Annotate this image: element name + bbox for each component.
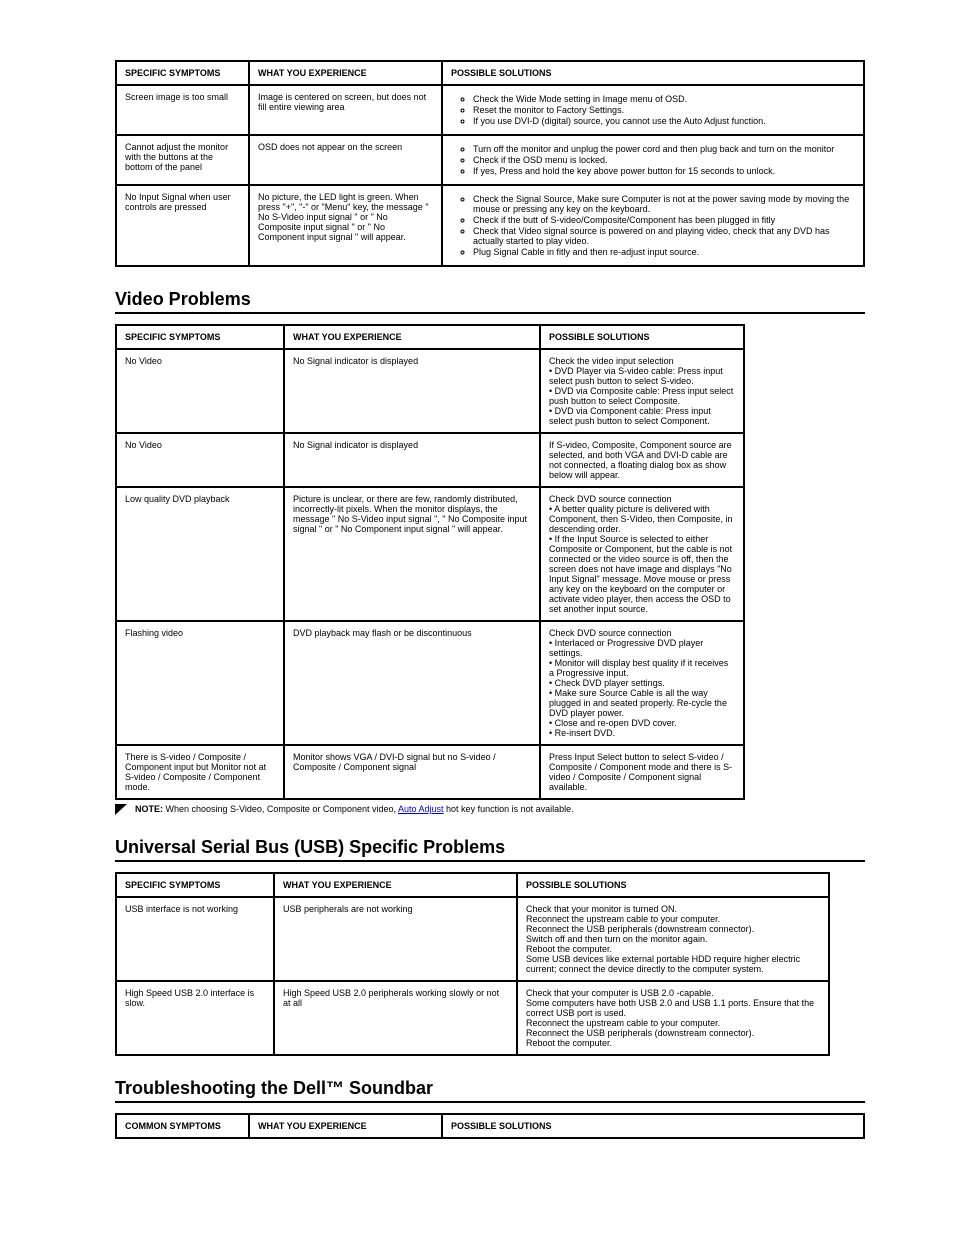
table-row: No Video No Signal indicator is displaye… <box>116 349 744 433</box>
cell: No Video <box>116 349 284 433</box>
soundbar-table: COMMON SYMPTOMS WHAT YOU EXPERIENCE POSS… <box>115 1113 865 1139</box>
table-row: There is S-video / Composite / Component… <box>116 745 744 799</box>
cell: No picture, the LED light is green. When… <box>249 185 442 266</box>
table-row: Flashing video DVD playback may flash or… <box>116 621 744 745</box>
tableSB-h0: COMMON SYMPTOMS <box>116 1114 249 1138</box>
list-item: Check the Signal Source, Make sure Compu… <box>473 194 855 214</box>
line: Check that your monitor is turned ON. <box>526 904 820 914</box>
note-label: NOTE: <box>135 804 163 814</box>
line: Reboot the computer. <box>526 1038 820 1048</box>
cell: Flashing video <box>116 621 284 745</box>
cell: Check DVD source connection • A better q… <box>540 487 744 621</box>
line: Reconnect the upstream cable to your com… <box>526 1018 820 1028</box>
table-row: Low quality DVD playback Picture is uncl… <box>116 487 744 621</box>
note-text: hot key function is not available. <box>446 804 574 814</box>
tableA-h1: WHAT YOU EXPERIENCE <box>249 61 442 85</box>
cell: Check the Wide Mode setting in Image men… <box>442 85 864 135</box>
cell: DVD playback may flash or be discontinuo… <box>284 621 540 745</box>
note: NOTE: When choosing S-Video, Composite o… <box>115 804 865 815</box>
line: • Close and re-open DVD cover. <box>549 718 735 728</box>
tableV-h1: WHAT YOU EXPERIENCE <box>284 325 540 349</box>
table-row: Cannot adjust the monitor with the butto… <box>116 135 864 185</box>
table-row: Screen image is too small Image is cente… <box>116 85 864 135</box>
cell: High Speed USB 2.0 interface is slow. <box>116 981 274 1055</box>
cell: Check that your monitor is turned ON. Re… <box>517 897 829 981</box>
cell: No Input Signal when user controls are p… <box>116 185 249 266</box>
cell: Turn off the monitor and unplug the powe… <box>442 135 864 185</box>
tableU-h1: WHAT YOU EXPERIENCE <box>274 873 517 897</box>
cell: Low quality DVD playback <box>116 487 284 621</box>
table-row: USB interface is not working USB periphe… <box>116 897 829 981</box>
tableSB-h2: POSSIBLE SOLUTIONS <box>442 1114 864 1138</box>
line: Reconnect the USB peripherals (downstrea… <box>526 924 820 934</box>
cell: Cannot adjust the monitor with the butto… <box>116 135 249 185</box>
list-item: If you use DVI-D (digital) source, you c… <box>473 116 855 126</box>
table-row: High Speed USB 2.0 interface is slow. Hi… <box>116 981 829 1055</box>
cell: Screen image is too small <box>116 85 249 135</box>
usb-problems-heading: Universal Serial Bus (USB) Specific Prob… <box>115 837 865 862</box>
line: Reconnect the USB peripherals (downstrea… <box>526 1028 820 1038</box>
cell: Monitor shows VGA / DVI-D signal but no … <box>284 745 540 799</box>
cell: Check the video input selection • DVD Pl… <box>540 349 744 433</box>
tableSB-h1: WHAT YOU EXPERIENCE <box>249 1114 442 1138</box>
cell: OSD does not appear on the screen <box>249 135 442 185</box>
list-item: Check the Wide Mode setting in Image men… <box>473 94 855 104</box>
list-item: Check if the butt of S-video/Composite/C… <box>473 215 855 225</box>
tableU-h0: SPECIFIC SYMPTOMS <box>116 873 274 897</box>
cell: USB interface is not working <box>116 897 274 981</box>
cell: If S-video, Composite, Component source … <box>540 433 744 487</box>
video-problems-table: SPECIFIC SYMPTOMS WHAT YOU EXPERIENCE PO… <box>115 324 745 800</box>
cell: Picture is unclear, or there are few, ra… <box>284 487 540 621</box>
list-item: Check if the OSD menu is locked. <box>473 155 855 165</box>
line: Reboot the computer. <box>526 944 820 954</box>
cell: Press Input Select button to select S-vi… <box>540 745 744 799</box>
line: • Re-insert DVD. <box>549 728 735 738</box>
tableV-h0: SPECIFIC SYMPTOMS <box>116 325 284 349</box>
usb-problems-table: SPECIFIC SYMPTOMS WHAT YOU EXPERIENCE PO… <box>115 872 830 1056</box>
line: Check DVD source connection <box>549 628 735 638</box>
line: Some computers have both USB 2.0 and USB… <box>526 998 820 1018</box>
note-text: When choosing S-Video, Composite or Comp… <box>166 804 398 814</box>
line: • Make sure Source Cable is all the way … <box>549 688 735 718</box>
line: • Check DVD player settings. <box>549 678 735 688</box>
tableA-h0: SPECIFIC SYMPTOMS <box>116 61 249 85</box>
list-item: Plug Signal Cable in fitly and then re-a… <box>473 247 855 257</box>
cell: USB peripherals are not working <box>274 897 517 981</box>
list-item: Reset the monitor to Factory Settings. <box>473 105 855 115</box>
line: • Interlaced or Progressive DVD player s… <box>549 638 735 658</box>
line: Switch off and then turn on the monitor … <box>526 934 820 944</box>
tableU-h2: POSSIBLE SOLUTIONS <box>517 873 829 897</box>
video-problems-heading: Video Problems <box>115 289 865 314</box>
line: • Monitor will display best quality if i… <box>549 658 735 678</box>
list-item: Turn off the monitor and unplug the powe… <box>473 144 855 154</box>
table-row: No Input Signal when user controls are p… <box>116 185 864 266</box>
product-specific-table: SPECIFIC SYMPTOMS WHAT YOU EXPERIENCE PO… <box>115 60 865 267</box>
cell: Check that your computer is USB 2.0 -cap… <box>517 981 829 1055</box>
tableV-h2: POSSIBLE SOLUTIONS <box>540 325 744 349</box>
soundbar-heading: Troubleshooting the Dell™ Soundbar <box>115 1078 865 1103</box>
note-icon <box>115 804 127 815</box>
cell: There is S-video / Composite / Component… <box>116 745 284 799</box>
line: Reconnect the upstream cable to your com… <box>526 914 820 924</box>
list-item: Check that Video signal source is powere… <box>473 226 855 246</box>
line: Check that your computer is USB 2.0 -cap… <box>526 988 820 998</box>
cell: No Signal indicator is displayed <box>284 349 540 433</box>
cell: Check the Signal Source, Make sure Compu… <box>442 185 864 266</box>
list-item: If yes, Press and hold the key above pow… <box>473 166 855 176</box>
tableA-h2: POSSIBLE SOLUTIONS <box>442 61 864 85</box>
cell: Image is centered on screen, but does no… <box>249 85 442 135</box>
cell: No Signal indicator is displayed <box>284 433 540 487</box>
line: Some USB devices like external portable … <box>526 954 820 974</box>
cell: Check DVD source connection • Interlaced… <box>540 621 744 745</box>
table-row: No Video No Signal indicator is displaye… <box>116 433 744 487</box>
auto-adjust-link[interactable]: Auto Adjust <box>398 804 444 814</box>
cell: No Video <box>116 433 284 487</box>
cell: High Speed USB 2.0 peripherals working s… <box>274 981 517 1055</box>
